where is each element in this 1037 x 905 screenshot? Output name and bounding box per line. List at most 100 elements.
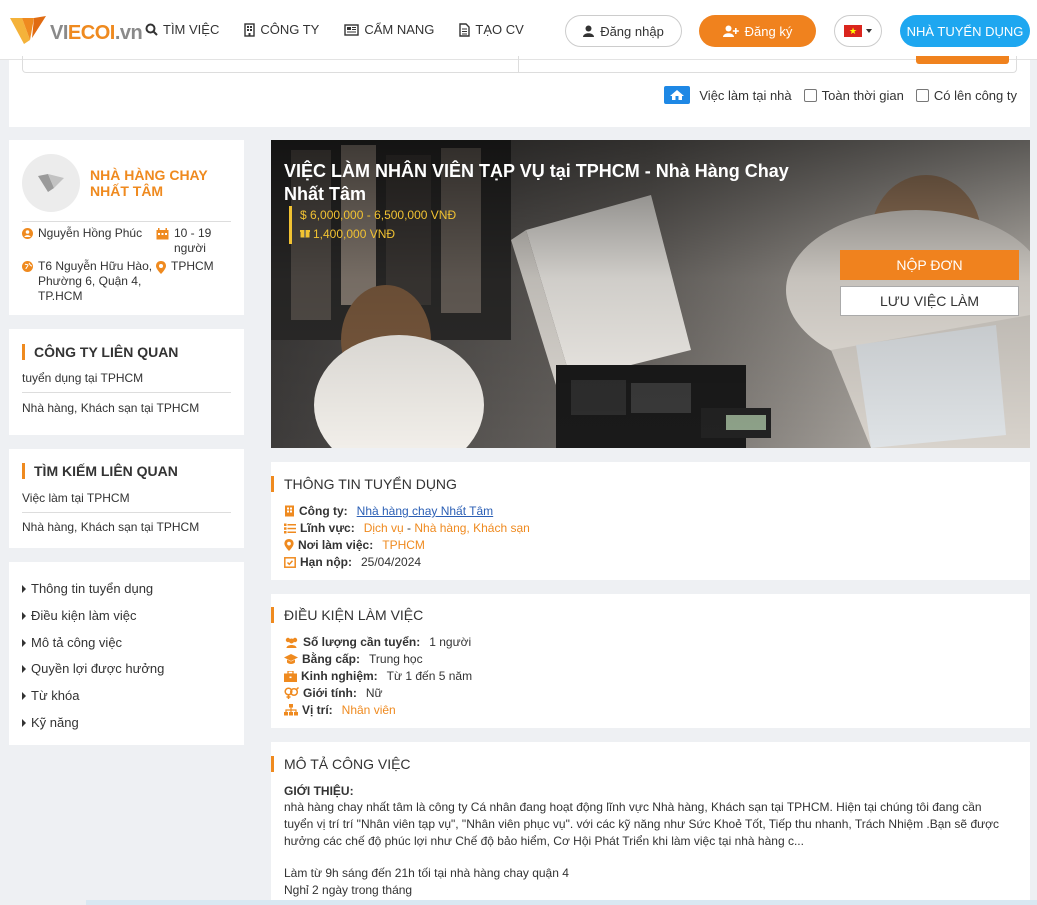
salary-block: $ 6,000,000 - 6,500,000 VNĐ 1,400,000 VN… (289, 206, 456, 244)
experience-key: Kinh nghiệm: (301, 669, 378, 683)
location-link[interactable]: TPHCM (382, 538, 425, 552)
main-nav: TÌM VIỆC CÔNG TY CẨM NANG TẠO CV (145, 22, 549, 37)
position-link[interactable]: Nhân viên (342, 703, 396, 717)
search-icon (145, 23, 158, 36)
related-search-card: TÌM KIẾM LIÊN QUAN Việc làm tại TPHCM Nh… (9, 449, 244, 548)
toc-item-keywords[interactable]: Từ khóa (22, 688, 79, 703)
logo-text-accent: ECOI (67, 22, 115, 44)
toc-item-label: Kỹ năng (31, 715, 79, 730)
chevron-down-icon (866, 29, 872, 33)
nav-companies-label: CÔNG TY (260, 22, 320, 37)
company-address-text: T6 Nguyễn Hữu Hào, Phường 6, Quận 4, TP.… (38, 259, 153, 303)
intro-heading: GIỚI THIỆU: (284, 784, 354, 798)
recruit-info-title: THÔNG TIN TUYỂN DỤNG (271, 476, 457, 492)
caret-right-icon (22, 611, 26, 620)
description-title: MÔ TẢ CÔNG VIỆC (271, 756, 411, 772)
conditions-title: ĐIỀU KIỆN LÀM VIỆC (271, 607, 423, 623)
description-card: MÔ TẢ CÔNG VIỆC GIỚI THIỆU: nhà hàng cha… (271, 742, 1030, 905)
toc-item-benefits[interactable]: Quyền lợi được hưởng (22, 661, 164, 676)
caret-right-icon (22, 638, 26, 647)
site-logo[interactable]: VIECOI.vn (8, 12, 143, 48)
degree-row: Bằng cấp: Trung học (284, 652, 423, 666)
company-link[interactable]: Nhà hàng chay Nhất Tâm (357, 504, 494, 518)
search-divider (518, 56, 519, 72)
company-size-text: 10 - 19 người (174, 226, 212, 255)
location-row: Nơi làm việc: TPHCM (284, 538, 425, 552)
field-link[interactable]: Dịch vụ (364, 521, 404, 535)
salary-value: 6,000,000 - 6,500,000 VNĐ (310, 208, 457, 222)
login-button[interactable]: Đăng nhập (565, 15, 682, 47)
building-icon (285, 505, 294, 517)
nav-handbook[interactable]: CẨM NANG (344, 22, 434, 37)
job-title: VIỆC LÀM NHÂN VIÊN TẠP VỤ tại TPHCM - Nh… (284, 161, 789, 204)
position-key: Vị trí: (302, 703, 333, 717)
toc-item-conditions[interactable]: Điều kiện làm việc (22, 608, 137, 623)
toc-item-label: Từ khóa (31, 688, 80, 703)
fulltime-filter-label[interactable]: Toàn thời gian (822, 88, 904, 103)
conditions-card: ĐIỀU KIỆN LÀM VIỆC Số lượng cần tuyển: 1… (271, 594, 1030, 728)
intro-text: nhà hàng chay nhất tâm là công ty Cá nhâ… (284, 800, 1000, 848)
related-companies-card: CÔNG TY LIÊN QUAN tuyển dụng tại TPHCM N… (9, 329, 244, 435)
related-company-link[interactable]: Nhà hàng, Khách sạn tại TPHCM (22, 401, 231, 422)
onsite-filter-label[interactable]: Có lên công ty (934, 88, 1017, 103)
company-address: T6 Nguyễn Hữu Hào, Phường 6, Quận 4, TP.… (22, 259, 157, 304)
site-header: VIECOI.vn TÌM VIỆC CÔNG TY CẨM NANG TẠO … (0, 0, 1037, 60)
map-pin-icon (284, 539, 294, 551)
toc-item-label: Quyền lợi được hưởng (31, 661, 165, 676)
gender-icon (284, 687, 299, 699)
toc-item-description[interactable]: Mô tả công việc (22, 635, 122, 650)
register-label: Đăng ký (744, 23, 793, 39)
users-icon (285, 637, 298, 648)
nav-create-cv[interactable]: TẠO CV (459, 22, 524, 37)
company-key: Công ty: (299, 504, 348, 518)
search-box[interactable] (22, 56, 1017, 73)
home-icon (664, 86, 691, 104)
company-row: Công ty: Nhà hàng chay Nhất Tâm (284, 504, 493, 518)
company-card: NHÀ HÀNG CHAY NHẤT TÂM Nguyễn Hồng Phúc … (9, 140, 244, 315)
toc-item-recruit-info[interactable]: Thông tin tuyển dụng (22, 581, 153, 596)
building-icon (244, 22, 256, 37)
search-button[interactable] (916, 56, 1009, 64)
calendar-icon (156, 228, 169, 240)
briefcase-icon (284, 670, 297, 682)
related-search-link[interactable]: Việc làm tại TPHCM (22, 491, 231, 513)
description-line: Làm từ 9h sáng đến 21h tối tại nhà hàng … (284, 866, 569, 880)
save-job-button[interactable]: LƯU VIỆC LÀM (840, 286, 1019, 316)
apply-button[interactable]: NỘP ĐƠN (840, 250, 1019, 280)
language-selector[interactable]: ★ (834, 15, 882, 47)
user-plus-icon (722, 25, 739, 37)
onsite-checkbox[interactable] (915, 88, 929, 102)
degree-value: Trung học (369, 652, 423, 666)
company-name[interactable]: NHÀ HÀNG CHAY NHẤT TÂM (90, 167, 230, 199)
deadline-key: Hạn nộp: (300, 555, 352, 569)
employer-button[interactable]: NHÀ TUYỂN DỤNG (900, 15, 1030, 47)
related-search-title: TÌM KIẾM LIÊN QUAN (22, 463, 178, 479)
vietnam-flag-icon: ★ (844, 25, 862, 37)
recruit-info-card: THÔNG TIN TUYỂN DỤNG Công ty: Nhà hàng c… (271, 462, 1030, 580)
job-type-filters: Việc làm tại nhà Toàn thời gian Có lên c… (664, 86, 1017, 104)
field-key: Lĩnh vực: (300, 521, 355, 535)
map-pin-icon (156, 261, 166, 274)
company-avatar[interactable] (22, 154, 80, 212)
company-size: 10 - 19 người (156, 226, 236, 256)
quantity-value: 1 người (429, 635, 472, 649)
field-separator: - (403, 521, 415, 535)
related-search-link[interactable]: Nhà hàng, Khách sạn tại TPHCM (22, 520, 231, 541)
remote-filter-label[interactable]: Việc làm tại nhà (699, 88, 791, 103)
allowance-value: 1,400,000 VNĐ (313, 227, 396, 241)
document-icon (459, 22, 471, 37)
register-button[interactable]: Đăng ký (699, 15, 816, 47)
related-company-link[interactable]: tuyển dụng tại TPHCM (22, 371, 231, 393)
nav-companies[interactable]: CÔNG TY (244, 22, 319, 37)
experience-value: Từ 1 đến 5 năm (386, 669, 473, 683)
company-city: TPHCM (156, 259, 236, 274)
nav-find-job[interactable]: TÌM VIỆC (145, 22, 219, 37)
divider (22, 221, 231, 222)
user-circle-icon (22, 228, 33, 239)
fulltime-checkbox[interactable] (803, 88, 817, 102)
field-link[interactable]: Nhà hàng, Khách sạn (414, 521, 529, 535)
toc-item-label: Điều kiện làm việc (31, 608, 137, 623)
user-icon (583, 25, 595, 37)
gender-row: Giới tính: Nữ (284, 686, 383, 700)
toc-item-skills[interactable]: Kỹ năng (22, 715, 79, 730)
